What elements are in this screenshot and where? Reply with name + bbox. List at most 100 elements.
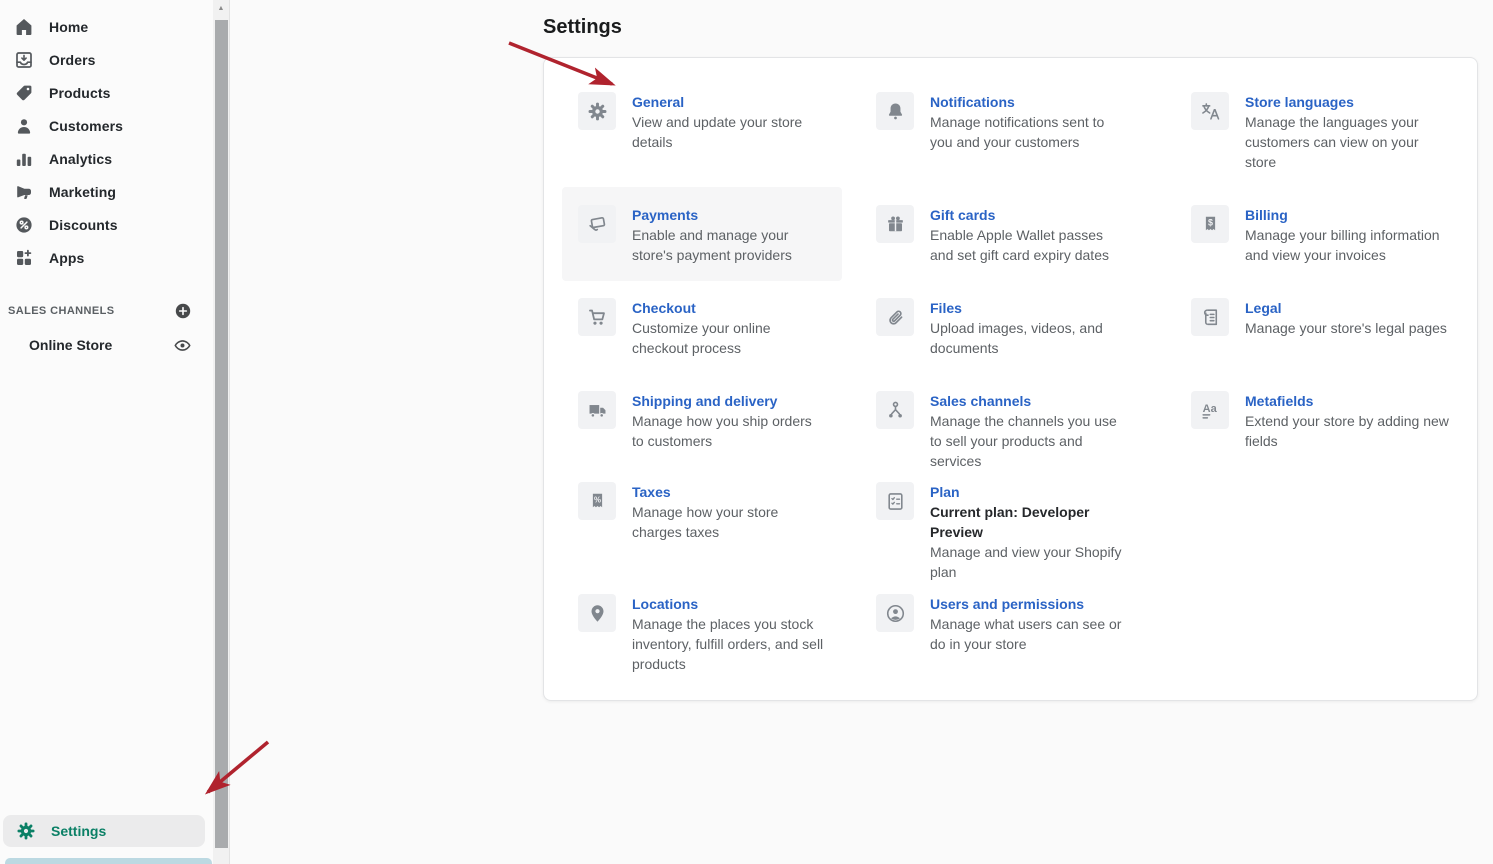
billing-receipt-icon: $ bbox=[1191, 205, 1229, 243]
settings-item-notifications[interactable]: NotificationsManage notifications sent t… bbox=[860, 74, 1140, 168]
settings-item-payments[interactable]: PaymentsEnable and manage your store's p… bbox=[562, 187, 842, 281]
settings-item-description: Enable Apple Wallet passes and set gift … bbox=[930, 225, 1124, 265]
settings-item-general[interactable]: GeneralView and update your store detail… bbox=[562, 74, 842, 168]
sidebar: Home Orders Products Customers Analytics bbox=[0, 0, 213, 864]
translate-icon bbox=[1191, 92, 1229, 130]
settings-item-locations[interactable]: LocationsManage the places you stock inv… bbox=[562, 576, 842, 690]
svg-text:%: % bbox=[594, 495, 601, 504]
settings-item-title[interactable]: Taxes bbox=[632, 482, 826, 502]
sidebar-item-settings[interactable]: Settings bbox=[3, 815, 205, 847]
settings-item-title[interactable]: Gift cards bbox=[930, 205, 1124, 225]
settings-item-taxes[interactable]: % TaxesManage how your store charges tax… bbox=[562, 464, 842, 558]
settings-item-title[interactable]: Shipping and delivery bbox=[632, 391, 826, 411]
legal-scroll-icon bbox=[1191, 298, 1229, 336]
settings-item-description: Manage the places you stock inventory, f… bbox=[632, 614, 826, 674]
settings-item-title[interactable]: Files bbox=[930, 298, 1124, 318]
settings-item-description: Manage the languages your customers can … bbox=[1245, 112, 1449, 172]
settings-item-description: Manage how you ship orders to customers bbox=[632, 411, 826, 451]
bar-chart-icon bbox=[14, 149, 34, 169]
sidebar-scrollbar[interactable]: ▲ bbox=[213, 0, 230, 864]
orders-icon bbox=[14, 50, 34, 70]
settings-item-legal[interactable]: LegalManage your store's legal pages bbox=[1175, 280, 1465, 354]
settings-item-description: Extend your store by adding new fields bbox=[1245, 411, 1449, 451]
settings-item-title[interactable]: Checkout bbox=[632, 298, 826, 318]
cart-icon bbox=[578, 298, 616, 336]
sidebar-item-label: Online Store bbox=[29, 337, 112, 353]
sidebar-item-label: Apps bbox=[49, 250, 84, 266]
sidebar-item-label: Marketing bbox=[49, 184, 116, 200]
settings-item-description: Enable and manage your store's payment p… bbox=[632, 225, 826, 265]
settings-item-checkout[interactable]: CheckoutCustomize your online checkout p… bbox=[562, 280, 842, 374]
settings-item-users-permissions[interactable]: Users and permissionsManage what users c… bbox=[860, 576, 1140, 670]
settings-item-shipping[interactable]: Shipping and deliveryManage how you ship… bbox=[562, 373, 842, 467]
sidebar-item-discounts[interactable]: Discounts bbox=[0, 208, 213, 241]
settings-item-title[interactable]: Locations bbox=[632, 594, 826, 614]
settings-item-title[interactable]: Payments bbox=[632, 205, 826, 225]
settings-item-title[interactable]: Users and permissions bbox=[930, 594, 1124, 614]
sales-channels-title: SALES CHANNELS bbox=[8, 305, 114, 317]
settings-item-title[interactable]: Store languages bbox=[1245, 92, 1449, 112]
sidebar-item-marketing[interactable]: Marketing bbox=[0, 175, 213, 208]
user-circle-icon bbox=[876, 594, 914, 632]
sidebar-item-apps[interactable]: Apps bbox=[0, 241, 213, 274]
plan-checklist-icon bbox=[876, 482, 914, 520]
tag-icon bbox=[14, 83, 34, 103]
settings-item-description: Manage how your store charges taxes bbox=[632, 502, 826, 542]
settings-item-store-languages[interactable]: Store languagesManage the languages your… bbox=[1175, 74, 1465, 188]
settings-item-description: Manage your store's legal pages bbox=[1245, 318, 1447, 338]
discount-badge-icon bbox=[14, 215, 34, 235]
sidebar-item-label: Products bbox=[49, 85, 110, 101]
settings-card: GeneralView and update your store detail… bbox=[543, 57, 1478, 701]
settings-item-gift-cards[interactable]: Gift cardsEnable Apple Wallet passes and… bbox=[860, 187, 1140, 281]
sidebar-item-orders[interactable]: Orders bbox=[0, 43, 213, 76]
tax-receipt-icon: % bbox=[578, 482, 616, 520]
sidebar-item-label: Orders bbox=[49, 52, 96, 68]
settings-item-title[interactable]: Plan bbox=[930, 482, 1124, 502]
settings-item-description: View and update your store details bbox=[632, 112, 826, 152]
settings-item-description: Manage what users can see or do in your … bbox=[930, 614, 1124, 654]
sidebar-item-online-store[interactable]: Online Store bbox=[0, 330, 213, 360]
gear-icon bbox=[578, 92, 616, 130]
gift-icon bbox=[876, 205, 914, 243]
person-icon bbox=[14, 116, 34, 136]
payment-card-icon bbox=[578, 205, 616, 243]
gear-icon bbox=[16, 821, 36, 841]
settings-item-title[interactable]: Legal bbox=[1245, 298, 1447, 318]
settings-item-description: Manage notifications sent to you and you… bbox=[930, 112, 1124, 152]
svg-text:Aa: Aa bbox=[1202, 403, 1217, 415]
settings-item-files[interactable]: FilesUpload images, videos, and document… bbox=[860, 280, 1140, 374]
sidebar-item-label: Customers bbox=[49, 118, 123, 134]
sidebar-item-label: Home bbox=[49, 19, 88, 35]
sidebar-item-label: Settings bbox=[51, 823, 106, 839]
location-pin-icon bbox=[578, 594, 616, 632]
apps-grid-icon bbox=[14, 248, 34, 268]
eye-preview-icon[interactable] bbox=[173, 336, 192, 355]
paperclip-icon bbox=[876, 298, 914, 336]
settings-item-title[interactable]: Sales channels bbox=[930, 391, 1124, 411]
page-title: Settings bbox=[543, 16, 622, 39]
settings-item-description: Upload images, videos, and documents bbox=[930, 318, 1124, 358]
settings-item-title[interactable]: General bbox=[632, 92, 826, 112]
settings-item-metafields[interactable]: Aa MetafieldsExtend your store by adding… bbox=[1175, 373, 1465, 467]
home-icon bbox=[14, 17, 34, 37]
settings-item-description: Manage your billing information and view… bbox=[1245, 225, 1449, 265]
settings-item-title[interactable]: Metafields bbox=[1245, 391, 1449, 411]
sidebar-nav: Home Orders Products Customers Analytics bbox=[0, 10, 213, 274]
settings-item-description: Manage the channels you use to sell your… bbox=[930, 411, 1124, 471]
bottom-highlight-bar bbox=[5, 858, 212, 864]
settings-item-title[interactable]: Billing bbox=[1245, 205, 1449, 225]
settings-item-billing[interactable]: $ BillingManage your billing information… bbox=[1175, 187, 1465, 281]
sidebar-item-products[interactable]: Products bbox=[0, 76, 213, 109]
settings-item-title[interactable]: Notifications bbox=[930, 92, 1124, 112]
bell-icon bbox=[876, 92, 914, 130]
sidebar-item-customers[interactable]: Customers bbox=[0, 109, 213, 142]
sidebar-item-label: Analytics bbox=[49, 151, 112, 167]
channels-icon bbox=[876, 391, 914, 429]
truck-icon bbox=[578, 391, 616, 429]
sales-channels-header: SALES CHANNELS bbox=[0, 299, 213, 323]
sidebar-item-home[interactable]: Home bbox=[0, 10, 213, 43]
sidebar-item-analytics[interactable]: Analytics bbox=[0, 142, 213, 175]
add-sales-channel-button[interactable] bbox=[174, 302, 192, 320]
scrollbar-up-arrow-icon[interactable]: ▲ bbox=[213, 1, 229, 17]
scrollbar-thumb[interactable] bbox=[215, 20, 228, 848]
